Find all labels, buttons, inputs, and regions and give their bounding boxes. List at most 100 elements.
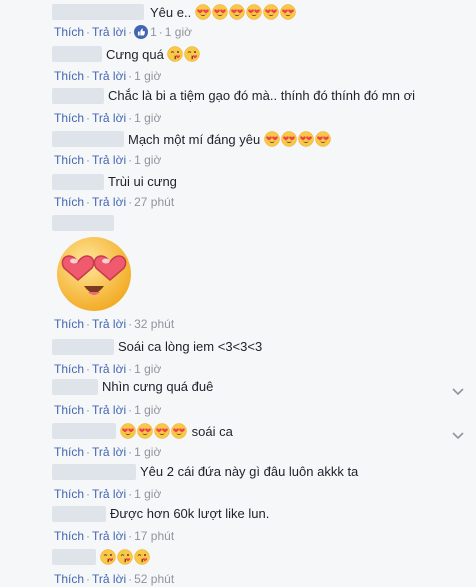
heart-eyes-emoji-icon [137,423,153,443]
comment-timestamp[interactable]: 1 giờ [134,111,161,125]
separator-dot: · [86,195,91,209]
heart-eyes-emoji-icon [246,4,262,24]
like-link[interactable]: Thích [54,445,84,459]
reply-link[interactable]: Trả lời [92,25,126,39]
comment-text-line: Nhìn cưng quá đuê [102,379,213,395]
comment-timestamp[interactable]: 1 giờ [134,69,161,83]
author-name[interactable] [52,215,114,231]
separator-dot: · [86,572,91,586]
comment-timestamp[interactable]: 1 giờ [134,153,161,167]
reply-link[interactable]: Trả lời [92,487,126,501]
reply-link[interactable]: Trả lời [92,317,126,331]
author-name[interactable] [52,506,106,522]
like-link[interactable]: Thích [54,195,84,209]
comment-timestamp[interactable]: 1 giờ [134,362,161,376]
comment-text: Được hơn 60k lượt like lun. [110,506,270,521]
like-link[interactable]: Thích [54,317,84,331]
author-name[interactable] [52,549,96,565]
comment-text: Yêu 2 cái đứa này gì đâu luôn akkk ta [140,464,359,479]
reply-link[interactable]: Trả lời [92,529,126,543]
reply-link[interactable]: Trả lời [92,111,126,125]
comment-timestamp[interactable]: 27 phút [134,195,174,209]
like-link[interactable]: Thích [54,487,84,501]
reply-link[interactable]: Trả lời [92,195,126,209]
reply-link[interactable]: Trả lời [92,69,126,83]
author-name[interactable] [52,46,102,62]
comment-text-line: Yêu e.. [150,4,297,24]
chevron-down-icon[interactable] [452,384,464,399]
comment-timestamp[interactable]: 1 giờ [134,487,161,501]
heart-eyes-emoji-icon [280,4,296,24]
like-link[interactable]: Thích [54,69,84,83]
chevron-down-icon[interactable] [452,428,464,443]
like-link[interactable]: Thích [54,153,84,167]
comment-timestamp[interactable]: 1 giờ [134,403,161,417]
like-link[interactable]: Thích [54,572,84,586]
reply-link[interactable]: Trả lời [92,445,126,459]
like-link[interactable]: Thích [54,403,84,417]
comment-actions: Thích · Trả lời · 32 phút [54,316,174,332]
author-name[interactable] [52,339,114,355]
comment-thread: Yêu e.. Thích · Trả lời · 1 · 1 giờ Cưng quá Th… [0,0,476,587]
like-link[interactable]: Thích [54,111,84,125]
kiss-emoji-icon [184,46,201,66]
like-link[interactable]: Thích [54,362,84,376]
comment-text: Cưng quá [106,47,164,62]
like-link[interactable]: Thích [54,529,84,543]
comment-text-line: Cưng quá [106,46,201,66]
heart-eyes-emoji-icon [120,423,136,443]
separator-dot: · [86,403,91,417]
reply-link[interactable]: Trả lời [92,362,126,376]
reply-link[interactable]: Trả lời [92,153,126,167]
separator-dot: · [128,111,133,125]
comment-actions: Thích · Trả lời · 1 giờ [54,110,161,126]
like-count[interactable]: 1 [150,25,157,39]
author-name[interactable] [52,464,136,480]
separator-dot: · [86,487,91,501]
comment-actions: Thích · Trả lời · 1 giờ [54,68,161,84]
comment-actions: Thích · Trả lời · 17 phút [54,528,174,544]
comment-actions: Thích · Trả lời · 1 · 1 giờ [54,24,192,43]
comment-text-line: Trùi ui cưng [108,174,177,190]
comment-text: Chắc là bi a tiệm gạo đó mà.. thính đó t… [108,88,415,103]
heart-eyes-emoji-icon [171,423,187,443]
like-link[interactable]: Thích [54,25,84,39]
reply-link[interactable]: Trả lời [92,572,126,586]
heart-eyes-emoji-icon [263,4,279,24]
heart-eyes-emoji-icon [212,4,228,24]
comment-actions: Thích · Trả lời · 27 phút [54,194,174,210]
separator-dot: · [86,445,91,459]
comment-timestamp[interactable]: 1 giờ [165,25,192,39]
comment-text-line: Được hơn 60k lượt like lun. [110,506,269,522]
kiss-emoji-icon [100,549,116,569]
author-name[interactable] [52,379,98,395]
comment-actions: Thích · Trả lời · 1 giờ [54,444,161,460]
comment-text-line: Soái ca lòng iem <3<3<3 [118,339,262,355]
separator-dot: · [128,572,133,586]
separator-dot: · [158,25,163,39]
separator-dot: · [86,529,91,543]
separator-dot: · [128,69,133,83]
comment-timestamp[interactable]: 1 giờ [134,445,161,459]
author-name[interactable] [52,4,144,20]
separator-dot: · [128,445,133,459]
kiss-emoji-icon [134,549,150,569]
author-name[interactable] [52,131,124,147]
separator-dot: · [86,317,91,331]
comment-timestamp[interactable]: 17 phút [134,529,174,543]
heart-eyes-emoji-icon [195,4,211,24]
comment-text-line: Yêu 2 cái đứa này gì đâu luôn akkk ta [140,464,358,480]
like-count-icon[interactable] [134,25,149,43]
comment-timestamp[interactable]: 52 phút [134,572,174,586]
author-name[interactable] [52,88,104,104]
heart-eyes-emoji-icon [154,423,170,443]
author-name[interactable] [52,174,104,190]
comment-text: Trùi ui cưng [108,174,177,189]
kiss-emoji-icon [117,549,133,569]
reply-link[interactable]: Trả lời [92,403,126,417]
author-name[interactable] [52,423,116,439]
comment-text: Soái ca lòng iem <3<3<3 [118,339,263,354]
comment-timestamp[interactable]: 32 phút [134,317,174,331]
kiss-emoji-icon [167,46,184,66]
comment-actions: Thích · Trả lời · 1 giờ [54,486,161,502]
